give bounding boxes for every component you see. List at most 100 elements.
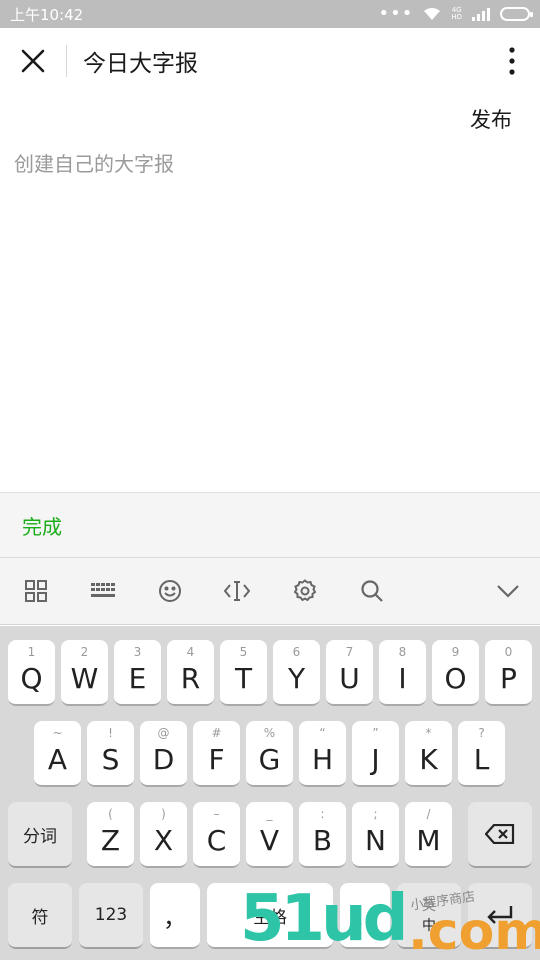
key-main: A bbox=[47, 742, 68, 776]
key-sub: 6 bbox=[292, 645, 301, 659]
key-main: D bbox=[152, 742, 175, 776]
key-main: E bbox=[128, 661, 147, 695]
space-key[interactable]: 空格 bbox=[207, 883, 333, 949]
key-v[interactable]: _ V bbox=[246, 802, 293, 868]
signal-icon bbox=[472, 7, 490, 21]
key-sub: 2 bbox=[80, 645, 89, 659]
key-sub: 3 bbox=[133, 645, 142, 659]
key-f[interactable]: # F bbox=[193, 721, 240, 787]
key-e[interactable]: 3E bbox=[114, 640, 161, 706]
key-s[interactable]: ! S bbox=[87, 721, 134, 787]
cursor-button[interactable] bbox=[221, 575, 253, 607]
emoji-button[interactable] bbox=[154, 575, 186, 607]
enter-key[interactable] bbox=[468, 883, 532, 949]
segment-label: 分词 bbox=[23, 826, 57, 847]
key-sub: 5 bbox=[239, 645, 248, 659]
cursor-icon bbox=[224, 581, 250, 601]
status-time: 上午10:42 bbox=[10, 5, 84, 24]
key-c[interactable]: – C bbox=[193, 802, 240, 868]
symbol-key[interactable]: 符 bbox=[8, 883, 72, 949]
key-main: P bbox=[500, 661, 517, 695]
collapse-keyboard-button[interactable] bbox=[492, 575, 524, 607]
grid-button[interactable] bbox=[20, 575, 52, 607]
key-main: F bbox=[208, 742, 225, 776]
done-button[interactable]: 完成 bbox=[22, 511, 62, 540]
key-r[interactable]: 4R bbox=[167, 640, 214, 706]
period-key[interactable]: 。 bbox=[340, 883, 390, 949]
key-t[interactable]: 5T bbox=[220, 640, 267, 706]
key-sub: – bbox=[213, 807, 220, 821]
numbers-label: 123 bbox=[94, 905, 128, 925]
key-h[interactable]: “H bbox=[299, 721, 346, 787]
key-x[interactable]: ) X bbox=[140, 802, 187, 868]
key-sub: “ bbox=[319, 726, 326, 740]
key-n[interactable]: ; N bbox=[352, 802, 399, 868]
key-main: W bbox=[70, 661, 99, 695]
key-main: X bbox=[153, 823, 174, 857]
key-q[interactable]: 1Q bbox=[8, 640, 55, 706]
close-button[interactable] bbox=[0, 28, 66, 94]
key-sub: * bbox=[425, 726, 432, 740]
comma-label: ， bbox=[163, 903, 187, 932]
settings-button[interactable] bbox=[289, 575, 321, 607]
keyboard-icon bbox=[91, 583, 115, 597]
key-w[interactable]: 2W bbox=[61, 640, 108, 706]
key-main: B bbox=[312, 823, 333, 857]
key-sub: 0 bbox=[504, 645, 513, 659]
key-i[interactable]: 8I bbox=[379, 640, 426, 706]
key-u[interactable]: 7U bbox=[326, 640, 373, 706]
title-bar: 今日大字报 bbox=[0, 28, 540, 94]
key-g[interactable]: % G bbox=[246, 721, 293, 787]
key-sub: % bbox=[263, 726, 276, 740]
key-sub: / bbox=[426, 807, 431, 821]
key-sub: 1 bbox=[27, 645, 36, 659]
network-bottom: HD bbox=[451, 13, 462, 21]
key-main: H bbox=[311, 742, 334, 776]
battery-icon bbox=[500, 7, 533, 21]
content-input[interactable] bbox=[14, 148, 524, 478]
key-main: Q bbox=[20, 661, 43, 695]
search-button[interactable] bbox=[356, 575, 388, 607]
key-k[interactable]: * K bbox=[405, 721, 452, 787]
key-d[interactable]: @ D bbox=[140, 721, 187, 787]
key-sub: 4 bbox=[186, 645, 195, 659]
space-label: 空格 bbox=[253, 907, 287, 928]
status-bar: 上午10:42 ••• 4G HD bbox=[0, 0, 540, 28]
key-p[interactable]: 0P bbox=[485, 640, 532, 706]
key-main: T bbox=[234, 661, 253, 695]
collapse-icon bbox=[497, 585, 519, 598]
key-sub: : bbox=[320, 807, 325, 821]
key-main: S bbox=[101, 742, 120, 776]
key-sub: ; bbox=[373, 807, 378, 821]
key-j[interactable]: ” J bbox=[352, 721, 399, 787]
key-sub: 9 bbox=[451, 645, 460, 659]
publish-button[interactable]: 发布 bbox=[470, 104, 512, 134]
done-bar: 完成 bbox=[0, 492, 540, 558]
keyboard-switch-button[interactable] bbox=[87, 575, 119, 607]
key-main: N bbox=[365, 823, 386, 857]
key-sub: ~ bbox=[52, 726, 63, 740]
network-type-icon: 4G HD bbox=[451, 7, 462, 21]
key-z[interactable]: (Z bbox=[87, 802, 134, 868]
lang-en-label: 英 bbox=[422, 898, 436, 914]
key-m[interactable]: / M bbox=[405, 802, 452, 868]
key-sub: # bbox=[211, 726, 222, 740]
backspace-key[interactable] bbox=[468, 802, 532, 868]
key-sub: ! bbox=[108, 726, 113, 740]
key-main: G bbox=[258, 742, 281, 776]
comma-key[interactable]: ， bbox=[150, 883, 200, 949]
key-a[interactable]: ~ A bbox=[34, 721, 81, 787]
keyboard-toolbar bbox=[0, 558, 540, 625]
close-icon bbox=[21, 49, 45, 73]
key-l[interactable]: ? L bbox=[458, 721, 505, 787]
key-main: K bbox=[419, 742, 438, 776]
numbers-key[interactable]: 123 bbox=[79, 883, 143, 949]
language-key[interactable]: 英 中 bbox=[397, 883, 461, 949]
key-main: O bbox=[444, 661, 467, 695]
key-o[interactable]: 9O bbox=[432, 640, 479, 706]
key-b[interactable]: :B bbox=[299, 802, 346, 868]
key-main: L bbox=[473, 742, 490, 776]
key-y[interactable]: 6Y bbox=[273, 640, 320, 706]
segment-key[interactable]: 分词 bbox=[8, 802, 72, 868]
more-button[interactable] bbox=[484, 28, 540, 94]
